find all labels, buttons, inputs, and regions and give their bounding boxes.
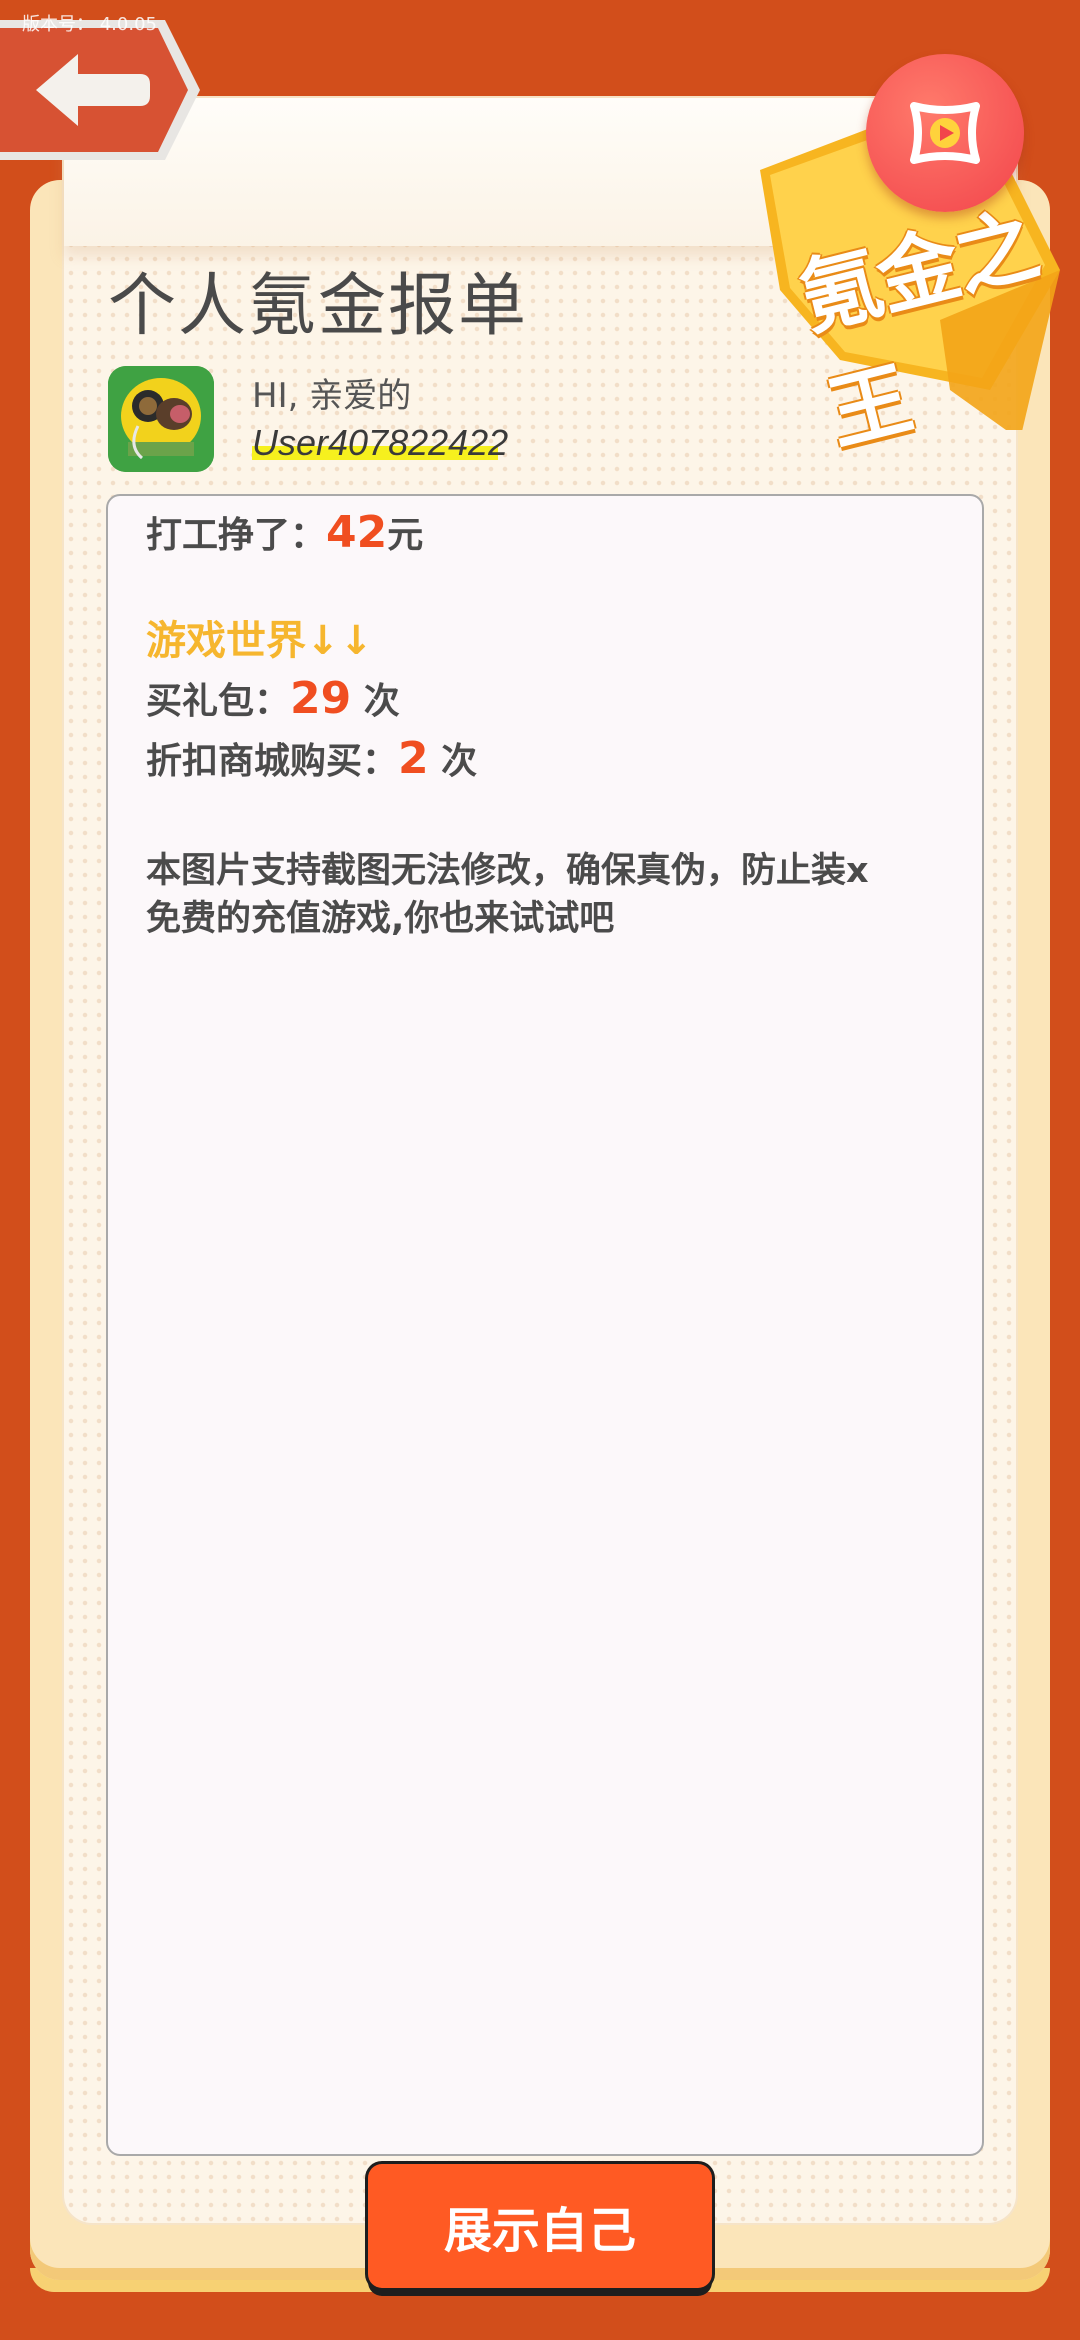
discount-label: 折扣商城购买： <box>146 741 399 782</box>
back-arrow-icon <box>0 20 200 160</box>
report-card: 打工挣了：42元 游戏世界↓↓ 买礼包：29 次 折扣商城购买：2 次 本图片支… <box>106 494 984 2156</box>
video-button[interactable] <box>866 54 1024 212</box>
gift-row: 买礼包：29 次 <box>146 672 400 724</box>
earned-row: 打工挣了：42元 <box>146 506 423 558</box>
section-title: 游戏世界↓↓ <box>146 618 374 664</box>
gift-unit: 次 <box>351 681 400 722</box>
earned-label: 打工挣了： <box>146 515 327 556</box>
note-line-2: 免费的充值游戏,你也来试试吧 <box>146 899 615 939</box>
video-play-icon <box>910 102 980 164</box>
page-title: 个人氪金报单 <box>108 267 529 346</box>
earned-unit: 元 <box>387 515 424 556</box>
discount-unit: 次 <box>428 741 478 782</box>
gift-value: 29 <box>290 673 352 724</box>
gift-label: 买礼包： <box>146 681 291 722</box>
username: User407822422 <box>252 422 508 464</box>
back-button[interactable] <box>0 20 200 160</box>
note-line-1: 本图片支持截图无法修改，确保真伪，防止装x <box>146 851 869 891</box>
show-self-button[interactable]: 展示自己 <box>368 2164 712 2288</box>
earned-value: 42 <box>326 507 388 558</box>
avatar-image <box>108 366 214 472</box>
version-label: 版本号： 4.0.05 <box>22 14 157 35</box>
greeting-text: HI, 亲爱的 <box>252 376 412 416</box>
discount-value: 2 <box>398 733 429 784</box>
username-text: User407822422 <box>252 422 509 463</box>
discount-row: 折扣商城购买：2 次 <box>146 732 477 784</box>
avatar <box>108 366 214 472</box>
